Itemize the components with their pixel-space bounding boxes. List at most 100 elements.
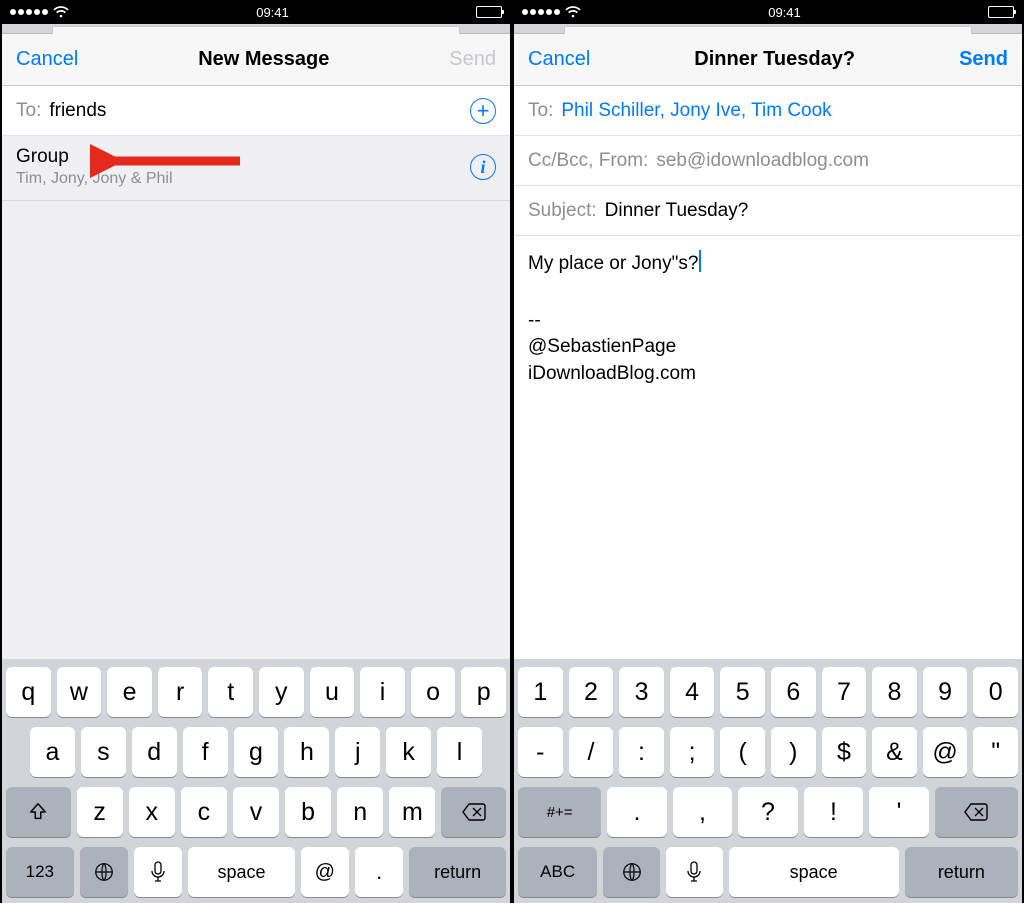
key-exclaim[interactable]: !	[804, 787, 863, 837]
key-quote[interactable]: "	[973, 727, 1018, 777]
key-b[interactable]: b	[285, 787, 331, 837]
status-bar: 09:41	[2, 0, 510, 24]
subject-row[interactable]: Subject: Dinner Tuesday?	[514, 186, 1022, 236]
subject-label: Subject:	[528, 200, 597, 222]
key-lparen[interactable]: (	[720, 727, 765, 777]
key-s[interactable]: s	[81, 727, 126, 777]
cancel-button[interactable]: Cancel	[16, 48, 78, 71]
key-colon[interactable]: :	[619, 727, 664, 777]
at-key[interactable]: @	[301, 847, 349, 897]
signature: -- @SebastienPage iDownloadBlog.com	[528, 308, 1008, 388]
key-d[interactable]: d	[132, 727, 177, 777]
key-apostrophe[interactable]: '	[869, 787, 928, 837]
globe-key[interactable]	[80, 847, 128, 897]
key-z[interactable]: z	[77, 787, 123, 837]
key-v[interactable]: v	[233, 787, 279, 837]
key-dollar[interactable]: $	[822, 727, 867, 777]
key-a[interactable]: a	[30, 727, 75, 777]
to-row[interactable]: To: Phil Schiller, Jony Ive, Tim Cook	[514, 86, 1022, 136]
key-w[interactable]: w	[57, 667, 102, 717]
from-value[interactable]: seb@idownloadblog.com	[656, 150, 1008, 172]
key-t[interactable]: t	[208, 667, 253, 717]
key-o[interactable]: o	[411, 667, 456, 717]
delete-key[interactable]	[441, 787, 506, 837]
send-button[interactable]: Send	[959, 48, 1008, 71]
subject-input[interactable]: Dinner Tuesday?	[605, 200, 1008, 222]
space-key[interactable]: space	[729, 847, 899, 897]
text-cursor-icon	[699, 250, 701, 272]
key-y[interactable]: y	[259, 667, 304, 717]
abc-key[interactable]: ABC	[518, 847, 597, 897]
key-7[interactable]: 7	[822, 667, 867, 717]
body-text: My place or Jony"s?	[528, 253, 698, 274]
key-x[interactable]: x	[129, 787, 175, 837]
key-e[interactable]: e	[107, 667, 152, 717]
keyboard-row-4: ABC space return	[518, 847, 1018, 897]
to-row[interactable]: To: friends +	[2, 86, 510, 136]
to-recipients[interactable]: Phil Schiller, Jony Ive, Tim Cook	[561, 100, 1008, 122]
nav-bar: Cancel New Message Send	[2, 34, 510, 86]
key-f[interactable]: f	[183, 727, 228, 777]
dictation-key[interactable]	[134, 847, 182, 897]
numbers-key[interactable]: 123	[6, 847, 74, 897]
keyboard: 1 2 3 4 5 6 7 8 9 0 - / : ; ( ) $ & @ " …	[514, 659, 1022, 903]
key-4[interactable]: 4	[670, 667, 715, 717]
key-5[interactable]: 5	[720, 667, 765, 717]
key-9[interactable]: 9	[923, 667, 968, 717]
signal-icon	[522, 9, 560, 15]
key-g[interactable]: g	[234, 727, 279, 777]
dictation-key[interactable]	[666, 847, 723, 897]
key-8[interactable]: 8	[872, 667, 917, 717]
key-question[interactable]: ?	[738, 787, 797, 837]
key-n[interactable]: n	[337, 787, 383, 837]
globe-key[interactable]	[603, 847, 660, 897]
key-r[interactable]: r	[158, 667, 203, 717]
key-slash[interactable]: /	[569, 727, 614, 777]
compose-form: To: friends +	[2, 86, 510, 136]
key-q[interactable]: q	[6, 667, 51, 717]
info-button[interactable]: i	[470, 154, 496, 180]
key-u[interactable]: u	[310, 667, 355, 717]
add-contact-button[interactable]: +	[470, 98, 496, 124]
return-key[interactable]: return	[409, 847, 506, 897]
key-j[interactable]: j	[335, 727, 380, 777]
key-p[interactable]: p	[461, 667, 506, 717]
return-key[interactable]: return	[905, 847, 1018, 897]
key-i[interactable]: i	[360, 667, 405, 717]
key-period[interactable]: .	[607, 787, 666, 837]
key-h[interactable]: h	[284, 727, 329, 777]
symbols-key[interactable]: #+=	[518, 787, 601, 837]
key-semicolon[interactable]: ;	[670, 727, 715, 777]
key-comma[interactable]: ,	[673, 787, 732, 837]
message-body[interactable]: My place or Jony"s? -- @SebastienPage iD…	[514, 236, 1022, 659]
contact-suggestion[interactable]: Group Tim, Jony, Jony & Phil i	[2, 136, 510, 201]
keyboard-row-1: q w e r t y u i o p	[6, 667, 506, 717]
to-input[interactable]: friends	[49, 100, 470, 122]
key-0[interactable]: 0	[973, 667, 1018, 717]
key-6[interactable]: 6	[771, 667, 816, 717]
key-rparen[interactable]: )	[771, 727, 816, 777]
mic-icon	[150, 861, 166, 883]
key-2[interactable]: 2	[569, 667, 614, 717]
key-dash[interactable]: -	[518, 727, 563, 777]
key-amp[interactable]: &	[872, 727, 917, 777]
keyboard: q w e r t y u i o p a s d f g h j k l z	[2, 659, 510, 903]
cancel-button[interactable]: Cancel	[528, 48, 590, 71]
delete-key[interactable]	[935, 787, 1018, 837]
keyboard-row-3: #+= . , ? ! '	[518, 787, 1018, 837]
key-3[interactable]: 3	[619, 667, 664, 717]
key-at[interactable]: @	[923, 727, 968, 777]
key-k[interactable]: k	[386, 727, 431, 777]
key-c[interactable]: c	[181, 787, 227, 837]
to-label: To:	[528, 100, 553, 122]
wifi-icon	[565, 6, 581, 18]
key-l[interactable]: l	[437, 727, 482, 777]
dot-key[interactable]: .	[355, 847, 403, 897]
suggestion-title: Group	[16, 146, 470, 168]
ccbcc-row[interactable]: Cc/Bcc, From: seb@idownloadblog.com	[514, 136, 1022, 186]
suggestions-list: Group Tim, Jony, Jony & Phil i	[2, 136, 510, 659]
space-key[interactable]: space	[188, 847, 294, 897]
key-m[interactable]: m	[389, 787, 435, 837]
shift-key[interactable]	[6, 787, 71, 837]
key-1[interactable]: 1	[518, 667, 563, 717]
